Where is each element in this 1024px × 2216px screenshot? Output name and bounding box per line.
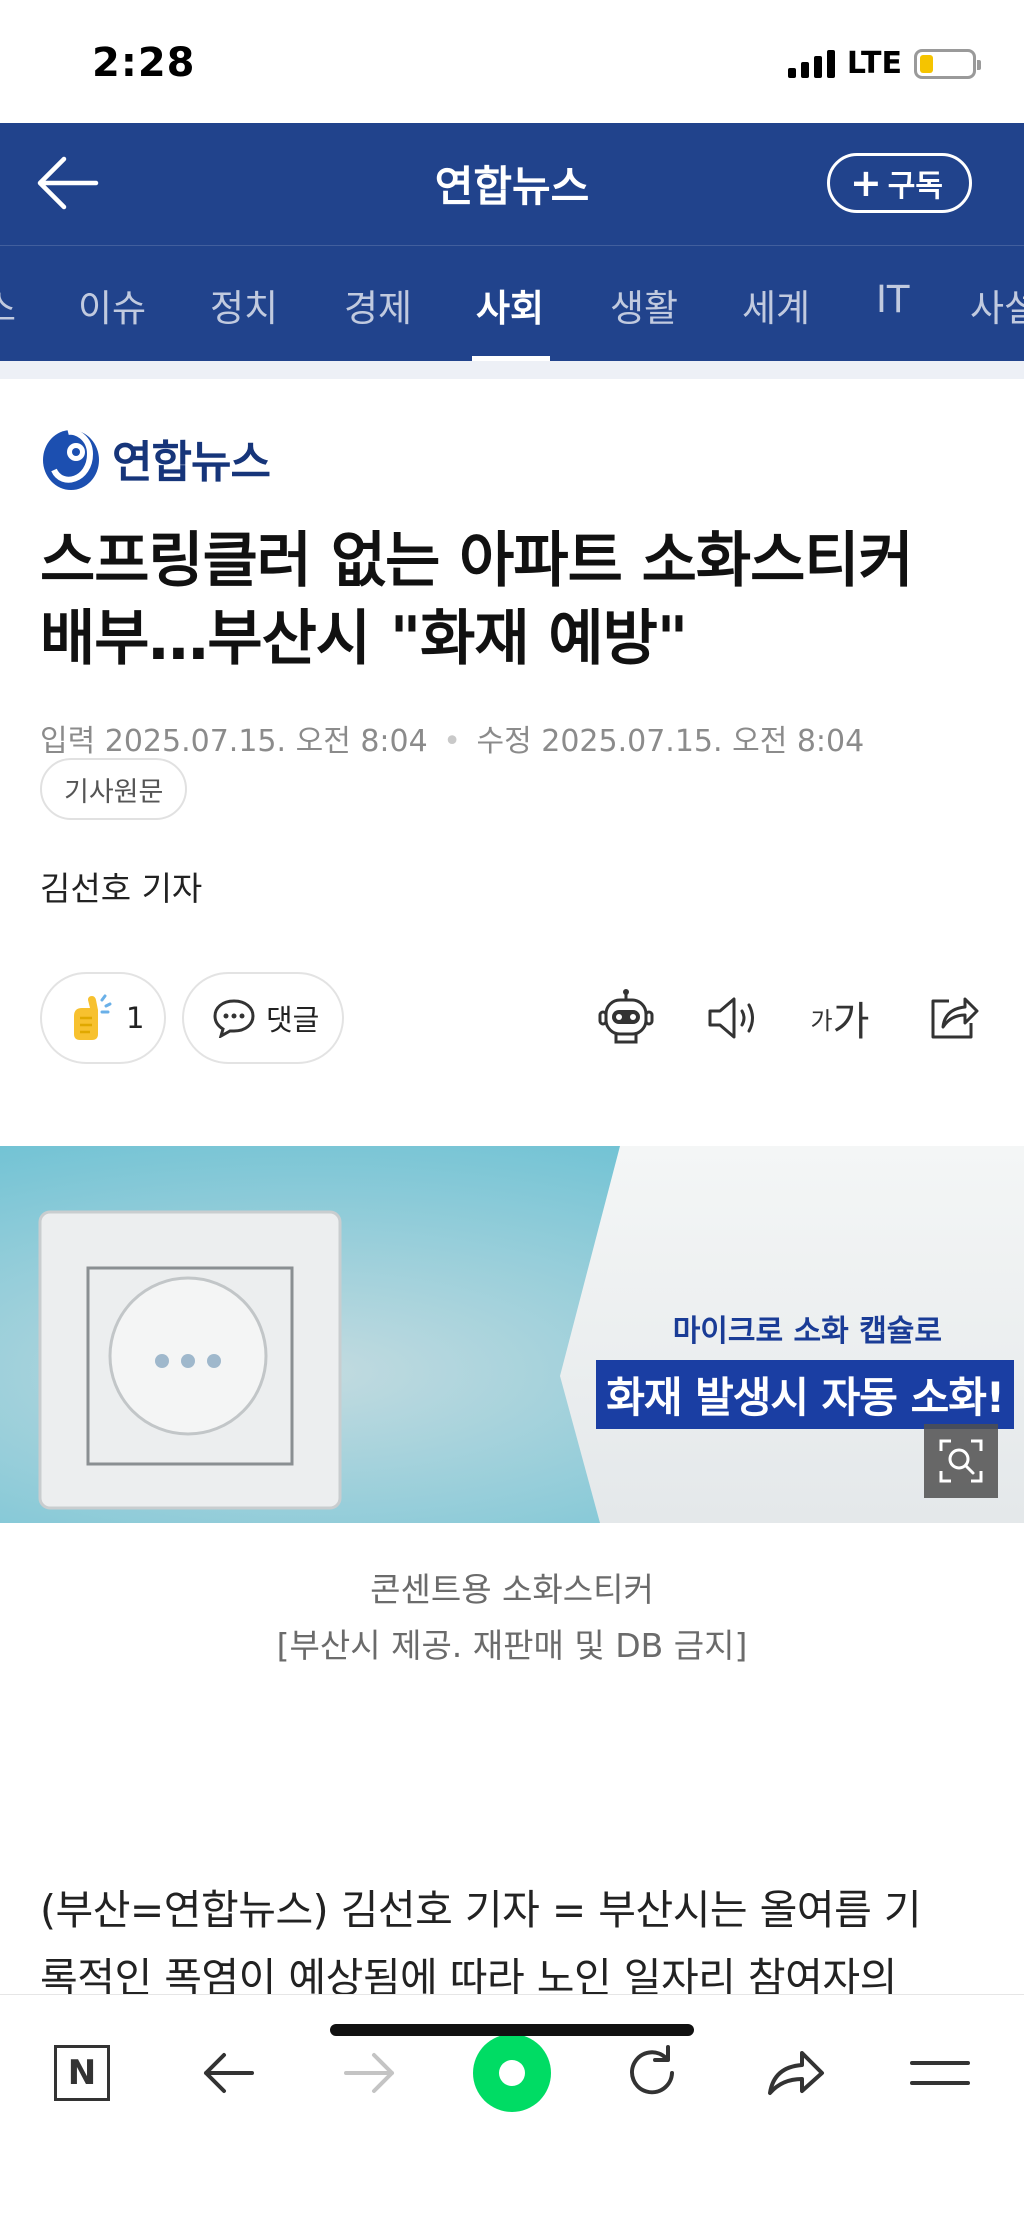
article-headline: 스프링클러 없는 아파트 소화스티커 배부…부산시 "화재 예방" xyxy=(40,526,914,674)
naver-home-button[interactable]: N xyxy=(42,2033,122,2113)
status-indicators: LTE xyxy=(787,46,981,81)
menu-icon xyxy=(910,2061,970,2085)
tab-editorial[interactable]: 사설 xyxy=(970,278,1024,332)
plus-icon: + xyxy=(849,161,882,205)
menu-button[interactable] xyxy=(900,2033,980,2113)
comment-label: 댓글 xyxy=(266,1003,320,1037)
share-icon xyxy=(931,997,979,1039)
tts-button[interactable] xyxy=(704,985,764,1051)
tab-life[interactable]: 생활 xyxy=(610,278,678,332)
share-page-button[interactable] xyxy=(756,2033,836,2113)
share-arrow-icon xyxy=(768,2051,824,2095)
nav-forward-icon xyxy=(344,2053,394,2093)
article-dates: 입력 2025.07.15. 오전 8:04 • 수정 2025.07.15. … xyxy=(40,716,864,760)
input-label: 입력 xyxy=(40,724,96,759)
date-separator: • xyxy=(443,724,461,759)
font-size-large: 가 xyxy=(832,999,870,1045)
refresh-icon xyxy=(630,2045,674,2095)
battery-icon xyxy=(914,48,981,79)
share-button[interactable] xyxy=(924,985,984,1051)
image-caption: 콘센트용 소화스티커 [부산시 제공. 재판매 및 DB 금지] xyxy=(0,1562,1024,1674)
article-body: (부산=연합뉴스) 김선호 기자 = 부산시는 올여름 기 록적인 폭염이 예상… xyxy=(40,1876,990,1998)
press-logo-icon xyxy=(43,428,99,490)
comment-button[interactable]: 댓글 xyxy=(182,972,344,1064)
modified-date: 2025.07.15. 오전 8:04 xyxy=(541,724,865,759)
tab-society[interactable]: 사회 xyxy=(476,278,544,332)
category-tabs: 스 이슈 정치 경제 사회 생활 세계 IT 사설 xyxy=(0,245,1024,361)
speaker-icon xyxy=(708,997,754,1039)
signal-icon xyxy=(787,49,835,78)
input-date: 2025.07.15. 오전 8:04 xyxy=(104,724,428,759)
image-main-text: 화재 발생시 자동 소화! xyxy=(596,1360,1014,1429)
network-label: LTE xyxy=(846,46,902,81)
green-home-icon xyxy=(473,2034,551,2112)
robot-summary-icon xyxy=(598,989,654,1044)
naver-n-icon: N xyxy=(54,2045,110,2101)
press-name: 연합뉴스 xyxy=(112,437,271,488)
subscribe-label: 구독 xyxy=(887,169,943,204)
tab-issue[interactable]: 이슈 xyxy=(78,278,146,332)
modified-label: 수정 xyxy=(476,724,532,759)
image-zoom-button[interactable] xyxy=(924,1424,998,1498)
body-line-1: (부산=연합뉴스) 김선호 기자 = 부산시는 올여름 기 xyxy=(40,1886,922,1934)
tab-it[interactable]: IT xyxy=(876,278,910,321)
caption-line-1: 콘센트용 소화스티커 xyxy=(370,1570,654,1609)
image-sub-text: 마이크로 소화 캡슐로 xyxy=(672,1314,942,1349)
home-indicator xyxy=(330,2024,694,2036)
caption-line-2: [부산시 제공. 재판매 및 DB 금지] xyxy=(276,1626,748,1665)
subscribe-button[interactable]: + 구독 xyxy=(826,153,972,213)
original-article-button[interactable]: 기사원문 xyxy=(40,758,188,820)
zoom-icon xyxy=(939,1439,983,1483)
nav-forward-button[interactable] xyxy=(330,2033,410,2113)
status-time: 2:28 xyxy=(92,40,196,86)
reporter-name[interactable]: 김선호 기자 xyxy=(40,862,202,910)
article-image[interactable]: 마이크로 소화 캡슐로 화재 발생시 자동 소화! xyxy=(0,1146,1024,1523)
comment-bubble-icon xyxy=(213,999,255,1038)
body-line-2: 록적인 폭염이 예상됨에 따라 노인 일자리 참여자의 xyxy=(40,1954,897,1998)
tab-partial-left[interactable]: 스 xyxy=(0,278,16,332)
refresh-button[interactable] xyxy=(612,2033,692,2113)
tab-politics[interactable]: 정치 xyxy=(210,278,278,332)
like-count: 1 xyxy=(126,1001,145,1035)
font-size-small: 가 xyxy=(810,1006,833,1035)
nav-back-button[interactable] xyxy=(188,2033,268,2113)
header-divider xyxy=(0,361,1024,379)
font-size-icon[interactable]: 가가 xyxy=(810,985,870,1051)
nav-back-icon xyxy=(204,2053,254,2093)
tab-economy[interactable]: 경제 xyxy=(344,278,412,332)
press-logo[interactable]: 연합뉴스 xyxy=(40,424,271,492)
like-hand-icon xyxy=(74,994,112,1040)
app-header: 연합뉴스 + 구독 xyxy=(0,123,1024,245)
status-bar: 2:28 LTE xyxy=(0,0,1024,123)
tab-world[interactable]: 세계 xyxy=(742,278,810,332)
image-overlay-text: 마이크로 소화 캡슐로 화재 발생시 자동 소화! xyxy=(596,1306,1014,1429)
like-button[interactable]: 1 xyxy=(40,972,166,1064)
summary-bot-button[interactable] xyxy=(596,985,656,1051)
green-dot-button[interactable] xyxy=(472,2033,552,2113)
